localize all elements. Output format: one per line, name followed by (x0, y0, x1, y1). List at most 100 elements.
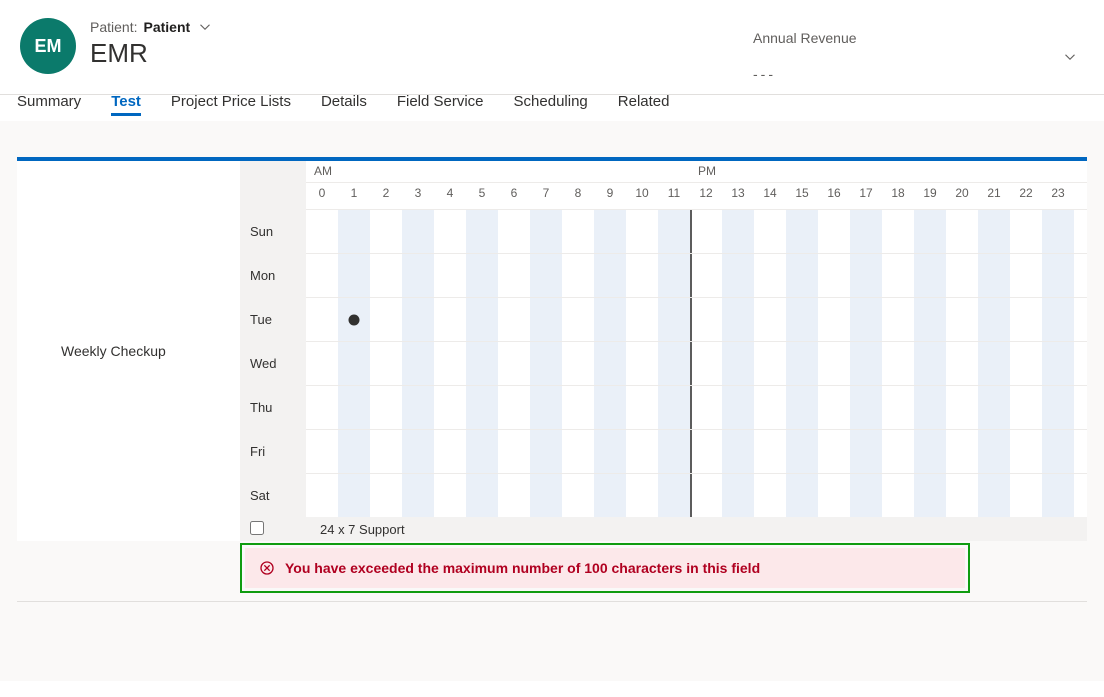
schedule-cell[interactable] (626, 210, 658, 253)
schedule-cell[interactable] (1042, 386, 1074, 429)
schedule-cell[interactable] (1042, 474, 1074, 517)
schedule-cell[interactable] (370, 254, 402, 297)
schedule-cell[interactable] (850, 342, 882, 385)
schedule-cell[interactable] (562, 386, 594, 429)
schedule-cell[interactable] (498, 474, 530, 517)
schedule-cell[interactable] (978, 474, 1010, 517)
schedule-cell[interactable] (850, 210, 882, 253)
schedule-cell[interactable] (786, 386, 818, 429)
schedule-cell[interactable] (626, 474, 658, 517)
schedule-cell[interactable] (914, 474, 946, 517)
schedule-cell[interactable] (306, 210, 338, 253)
schedule-cell[interactable] (722, 210, 754, 253)
schedule-cell[interactable] (754, 298, 786, 341)
schedule-cell[interactable] (882, 298, 914, 341)
schedule-cell[interactable] (978, 386, 1010, 429)
tab-related[interactable]: Related (618, 93, 670, 116)
schedule-cell[interactable] (434, 474, 466, 517)
schedule-cell[interactable] (338, 210, 370, 253)
tab-field-service[interactable]: Field Service (397, 93, 484, 116)
schedule-cell[interactable] (658, 210, 690, 253)
schedule-cell[interactable] (530, 210, 562, 253)
schedule-cell[interactable] (722, 430, 754, 473)
schedule-cell[interactable] (338, 342, 370, 385)
schedule-cell[interactable] (946, 430, 978, 473)
schedule-cell[interactable] (754, 386, 786, 429)
schedule-cell[interactable] (818, 386, 850, 429)
schedule-cell[interactable] (370, 342, 402, 385)
schedule-cell[interactable] (466, 210, 498, 253)
schedule-cell[interactable] (818, 254, 850, 297)
tab-project-price-lists[interactable]: Project Price Lists (171, 93, 291, 116)
schedule-cell[interactable] (626, 430, 658, 473)
schedule-cell[interactable] (978, 342, 1010, 385)
schedule-cell[interactable] (498, 430, 530, 473)
schedule-cell[interactable] (306, 386, 338, 429)
schedule-cell[interactable] (914, 342, 946, 385)
tab-test[interactable]: Test (111, 93, 141, 116)
schedule-cell[interactable] (1042, 254, 1074, 297)
schedule-cell[interactable] (402, 474, 434, 517)
schedule-cell[interactable] (850, 386, 882, 429)
schedule-cell[interactable] (1010, 386, 1042, 429)
schedule-cell[interactable] (690, 210, 722, 253)
schedule-cell[interactable] (690, 386, 722, 429)
schedule-cell[interactable] (658, 474, 690, 517)
schedule-cell[interactable] (754, 254, 786, 297)
schedule-cell[interactable] (786, 210, 818, 253)
schedule-cell[interactable] (658, 298, 690, 341)
schedule-cell[interactable] (882, 254, 914, 297)
schedule-cell[interactable] (658, 430, 690, 473)
schedule-cell[interactable] (338, 386, 370, 429)
schedule-cell[interactable] (466, 342, 498, 385)
schedule-cell[interactable] (882, 474, 914, 517)
schedule-cell[interactable] (594, 430, 626, 473)
schedule-cell[interactable] (1042, 210, 1074, 253)
schedule-cell[interactable] (1042, 342, 1074, 385)
schedule-cell[interactable] (466, 298, 498, 341)
schedule-cell[interactable] (754, 474, 786, 517)
schedule-cell[interactable] (978, 430, 1010, 473)
schedule-cell[interactable] (1042, 298, 1074, 341)
schedule-cell[interactable] (370, 298, 402, 341)
schedule-cell[interactable] (754, 430, 786, 473)
schedule-cell[interactable] (338, 430, 370, 473)
schedule-cell[interactable] (562, 430, 594, 473)
schedule-cell[interactable] (690, 342, 722, 385)
schedule-cell[interactable] (466, 386, 498, 429)
schedule-cell[interactable] (562, 342, 594, 385)
schedule-cell[interactable] (914, 210, 946, 253)
schedule-cell[interactable] (370, 210, 402, 253)
schedule-cell[interactable] (626, 386, 658, 429)
schedule-cell[interactable] (626, 298, 658, 341)
schedule-cell[interactable] (498, 342, 530, 385)
schedule-cell[interactable] (498, 386, 530, 429)
schedule-cell[interactable] (562, 298, 594, 341)
schedule-cell[interactable] (882, 342, 914, 385)
schedule-cell[interactable] (594, 386, 626, 429)
schedule-cell[interactable] (722, 386, 754, 429)
schedule-cell[interactable] (530, 474, 562, 517)
schedule-cell[interactable] (722, 474, 754, 517)
schedule-cell[interactable] (850, 298, 882, 341)
schedule-cell[interactable] (626, 254, 658, 297)
schedule-cell[interactable] (1010, 210, 1042, 253)
schedule-cell[interactable] (434, 254, 466, 297)
schedule-cell[interactable] (530, 386, 562, 429)
schedule-cell[interactable] (946, 298, 978, 341)
schedule-cell[interactable] (882, 386, 914, 429)
schedule-cell[interactable] (690, 298, 722, 341)
schedule-cell[interactable] (466, 430, 498, 473)
schedule-cell[interactable] (402, 298, 434, 341)
schedule-cell[interactable] (434, 386, 466, 429)
schedule-cell[interactable] (306, 254, 338, 297)
chevron-down-icon[interactable] (196, 18, 214, 36)
schedule-cell[interactable] (306, 298, 338, 341)
schedule-cell[interactable] (562, 210, 594, 253)
schedule-cell[interactable] (402, 386, 434, 429)
schedule-cell[interactable] (818, 430, 850, 473)
schedule-cell[interactable] (658, 342, 690, 385)
schedule-cell[interactable] (946, 342, 978, 385)
schedule-cell[interactable] (434, 210, 466, 253)
schedule-cell[interactable] (722, 254, 754, 297)
